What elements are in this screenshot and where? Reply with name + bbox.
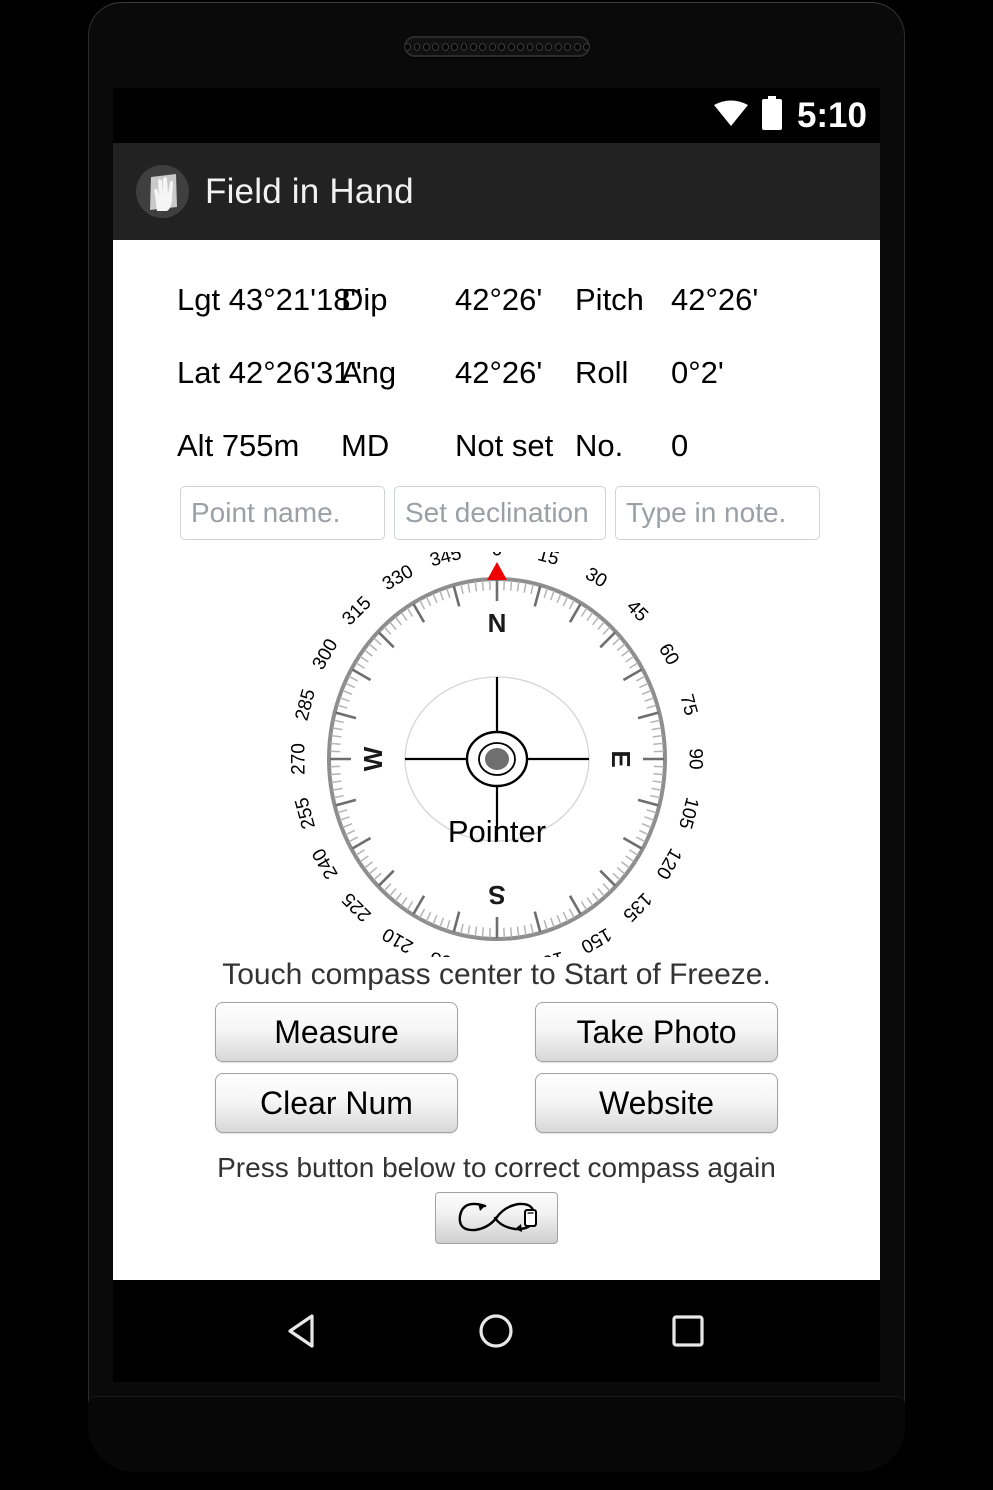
calibrate-hint-text: Press button below to correct compass ag… bbox=[217, 1152, 776, 1183]
hand-on-field-notebook-icon bbox=[136, 165, 189, 218]
phone-bottom-bezel bbox=[88, 1396, 905, 1472]
compass-degree-label-45: 45 bbox=[622, 596, 652, 626]
compass-center-hub[interactable] bbox=[484, 748, 509, 770]
info-label-pitch: Pitch bbox=[575, 282, 644, 317]
compass-degree-label-270: 270 bbox=[288, 743, 309, 775]
compass-degree-label-315: 315 bbox=[338, 593, 375, 630]
pointer-label: Pointer bbox=[447, 814, 545, 849]
compass-cardinal-s: S bbox=[488, 880, 505, 910]
compass-svg[interactable]: 0153045607590105120135150165180195210225… bbox=[287, 552, 707, 957]
clear-num-button[interactable]: Clear Num bbox=[215, 1073, 458, 1133]
compass-cardinal-n: N bbox=[487, 608, 506, 638]
compass-dial[interactable]: 0153045607590105120135150165180195210225… bbox=[113, 552, 880, 957]
compass-degree-label-300: 300 bbox=[308, 636, 342, 674]
info-value-no: 0 bbox=[671, 428, 689, 463]
take-photo-button[interactable]: Take Photo bbox=[535, 1002, 778, 1062]
home-nav-icon[interactable] bbox=[474, 1309, 518, 1353]
declination-input[interactable] bbox=[394, 486, 606, 540]
note-input[interactable] bbox=[615, 486, 820, 540]
app-main-content: Lgt 43°21'18" Dip 42°26' Pitch 42°26' La… bbox=[113, 240, 880, 1280]
figure-eight-calibration-icon bbox=[451, 1199, 543, 1238]
info-value-ang: 42°26' bbox=[455, 355, 543, 390]
compass-cardinal-e: E bbox=[606, 750, 636, 767]
info-label-dip: Dip bbox=[341, 282, 388, 317]
website-button[interactable]: Website bbox=[535, 1073, 778, 1133]
compass-degree-label-225: 225 bbox=[338, 888, 375, 925]
status-bar: 5:10 bbox=[113, 88, 880, 143]
info-label-roll: Roll bbox=[575, 355, 629, 390]
compass-degree-label-30: 30 bbox=[581, 564, 610, 593]
info-value-pitch: 42°26' bbox=[671, 282, 759, 317]
compass-degree-label-255: 255 bbox=[291, 795, 319, 831]
compass-degree-label-285: 285 bbox=[291, 687, 319, 723]
earpiece-speaker-grille bbox=[404, 36, 590, 57]
compass-degree-label-195: 195 bbox=[427, 947, 463, 957]
info-label-ang: Ang bbox=[341, 355, 397, 390]
android-navigation-bar bbox=[113, 1280, 880, 1382]
compass-degree-label-345: 345 bbox=[427, 552, 463, 571]
info-cell-lgt: Lgt 43°21'18" bbox=[177, 282, 362, 317]
compass-degree-label-0: 0 bbox=[491, 552, 502, 561]
compass-degree-label-210: 210 bbox=[379, 923, 417, 957]
compass-degree-label-105: 105 bbox=[674, 795, 702, 831]
battery-icon bbox=[761, 96, 783, 135]
recents-nav-icon[interactable] bbox=[666, 1309, 710, 1353]
north-index-marker bbox=[486, 562, 507, 580]
input-field-row bbox=[113, 486, 880, 540]
info-row: Lat 42°26'31" Ang 42°26' Roll 0°2' bbox=[113, 355, 880, 428]
compass-degree-label-60: 60 bbox=[654, 640, 683, 669]
info-cell-lat: Lat 42°26'31" bbox=[177, 355, 362, 390]
info-label-no: No. bbox=[575, 428, 624, 463]
compass-degree-label-135: 135 bbox=[618, 888, 655, 925]
action-button-grid: Measure Take Photo Clear Num Website bbox=[113, 1002, 880, 1133]
app-title: Field in Hand bbox=[205, 171, 414, 211]
compass-degree-label-75: 75 bbox=[675, 692, 701, 718]
wifi-icon bbox=[713, 100, 748, 131]
measurement-info-table: Lgt 43°21'18" Dip 42°26' Pitch 42°26' La… bbox=[113, 240, 880, 501]
compass-degree-label-90: 90 bbox=[684, 748, 705, 769]
compass-cardinal-w: W bbox=[358, 746, 388, 771]
status-time: 5:10 bbox=[796, 96, 867, 135]
calibrate-compass-button[interactable] bbox=[435, 1192, 558, 1244]
back-nav-icon[interactable] bbox=[283, 1309, 327, 1353]
freeze-hint-text: Touch compass center to Start of Freeze. bbox=[222, 958, 771, 991]
app-bar: Field in Hand bbox=[113, 143, 880, 240]
compass-degree-label-15: 15 bbox=[535, 552, 561, 570]
compass-degree-label-330: 330 bbox=[379, 561, 417, 595]
info-row: Lgt 43°21'18" Dip 42°26' Pitch 42°26' bbox=[113, 282, 880, 355]
info-value-roll: 0°2' bbox=[671, 355, 724, 390]
compass-degree-label-240: 240 bbox=[308, 845, 342, 883]
compass-degree-label-150: 150 bbox=[577, 923, 615, 957]
point-name-input[interactable] bbox=[180, 486, 385, 540]
info-value-dip: 42°26' bbox=[455, 282, 543, 317]
measure-button[interactable]: Measure bbox=[215, 1002, 458, 1062]
info-value-md: Not set bbox=[455, 428, 554, 463]
info-cell-alt: Alt 755m bbox=[177, 428, 300, 463]
compass-degree-label-120: 120 bbox=[651, 845, 685, 883]
compass-degree-label-165: 165 bbox=[530, 947, 566, 957]
info-label-md: MD bbox=[341, 428, 390, 463]
